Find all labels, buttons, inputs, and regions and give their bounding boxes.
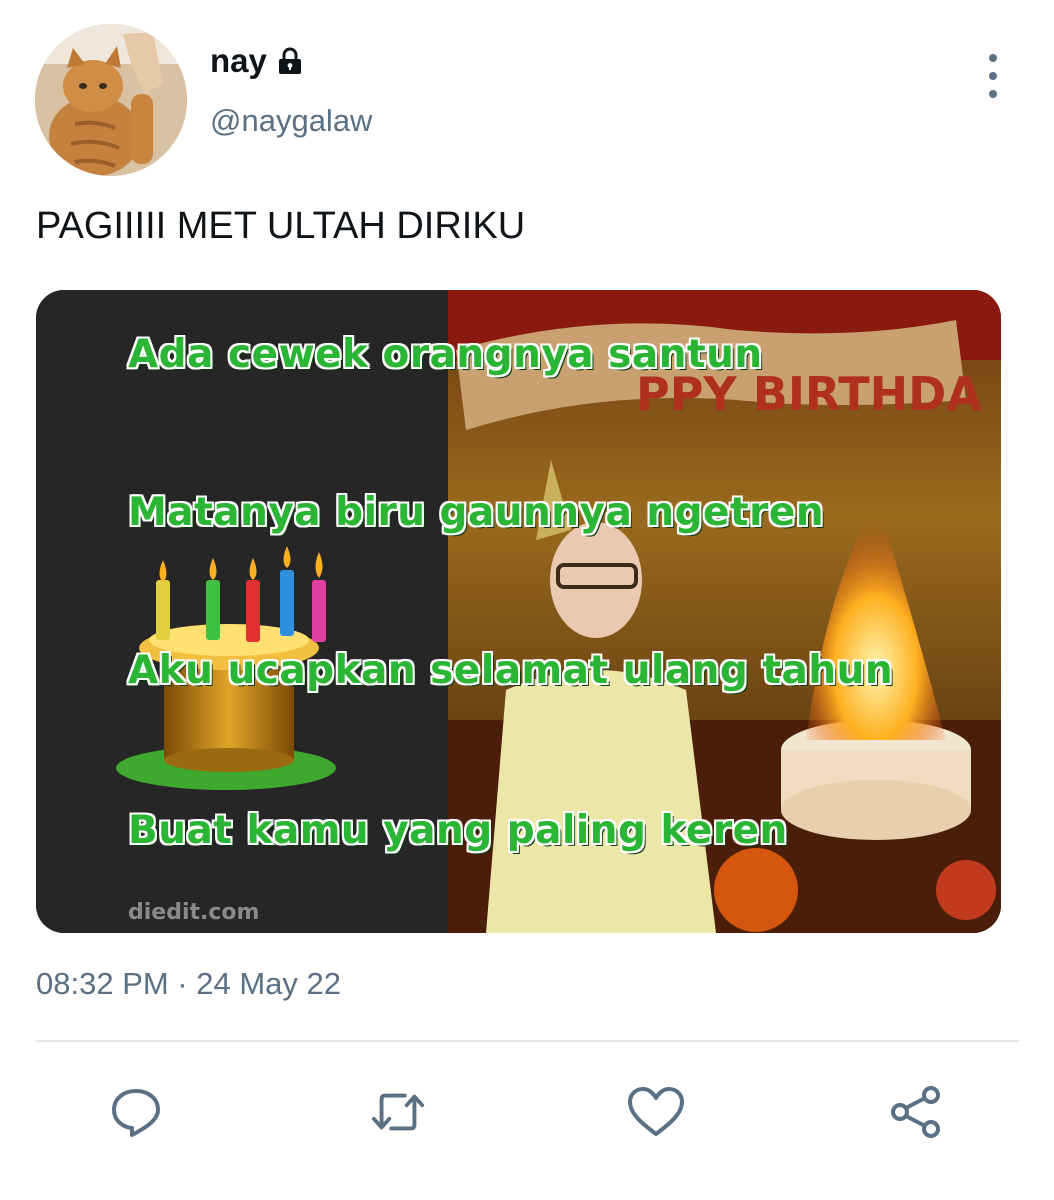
- like-icon: [628, 1087, 684, 1136]
- meme-text-line-3: Aku ucapkan selamat ulang tahun: [128, 648, 894, 693]
- meme-text-line-1: Ada cewek orangnya santun: [128, 332, 763, 377]
- reply-button[interactable]: [106, 1082, 166, 1142]
- tweet-media-image[interactable]: PPY BIRTHDA Ada cewek orangnya santun Ma…: [36, 290, 1001, 933]
- tweet-text: PAGIIIII MET ULTAH DIRIKU: [36, 205, 526, 247]
- lock-icon: [278, 47, 301, 74]
- share-button[interactable]: [886, 1082, 946, 1142]
- more-options-icon[interactable]: [978, 54, 1008, 98]
- author-handle[interactable]: @naygalaw: [210, 103, 372, 139]
- meme-text-line-2: Matanya biru gaunnya ngetren: [128, 490, 825, 535]
- tweet-timestamp[interactable]: 08:32 PM · 24 May 22: [36, 966, 341, 1002]
- author-display-name-row[interactable]: nay: [210, 42, 305, 80]
- reply-icon: [112, 1089, 160, 1137]
- avatar-image: [35, 24, 187, 176]
- author-display-name: nay: [210, 42, 267, 79]
- share-icon: [891, 1086, 940, 1138]
- watermark: diedit.com: [128, 900, 260, 925]
- avatar[interactable]: [35, 24, 187, 176]
- meme-text-line-4: Buat kamu yang paling keren: [128, 808, 788, 853]
- retweet-button[interactable]: [368, 1082, 428, 1142]
- retweet-icon: [371, 1093, 425, 1131]
- divider: [36, 1040, 1019, 1042]
- like-button[interactable]: [626, 1082, 686, 1142]
